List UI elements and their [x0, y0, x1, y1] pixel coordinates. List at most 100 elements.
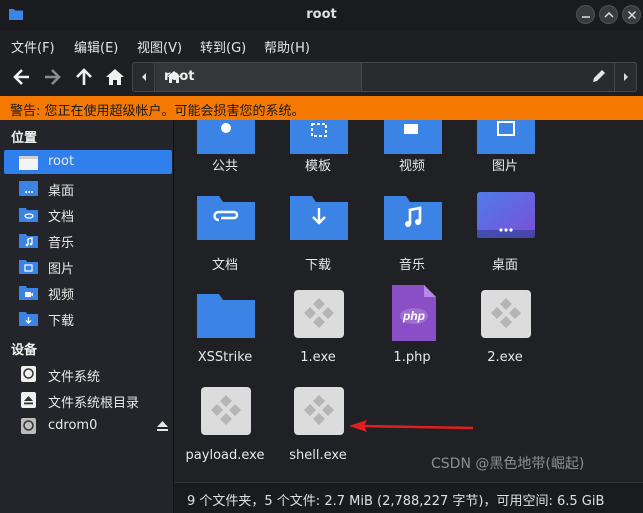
chevron-left-icon — [142, 73, 146, 81]
title-bar: root — [0, 0, 643, 30]
drive-icon — [21, 366, 36, 382]
sidebar-item-label: 桌面 — [48, 184, 75, 199]
file-item[interactable]: 文档 — [180, 192, 270, 282]
sidebar-item-cdrom[interactable]: cdrom0 — [4, 414, 172, 438]
sidebar-item-root[interactable]: root — [4, 150, 172, 174]
file-item[interactable]: php 1.php — [367, 285, 457, 375]
maximize-icon — [604, 11, 614, 18]
executable-icon — [481, 290, 531, 338]
sidebar-item-label: 文件系统 — [48, 370, 101, 385]
eject-icon[interactable] — [156, 420, 169, 432]
up-arrow-icon[interactable] — [73, 66, 95, 88]
sidebar-item-filesystem-root[interactable]: 文件系统根目录 — [4, 388, 172, 412]
sidebar-item-music[interactable]: 音乐 — [4, 228, 172, 252]
sidebar-item-label: 下载 — [48, 314, 75, 329]
sidebar-item-downloads[interactable]: 下载 — [4, 306, 172, 330]
desktop-folder-icon — [477, 192, 535, 238]
sidebar: 位置 root 桌面 文档 音乐 图片 视频 下载 设备 文件系统 文件系统根目… — [0, 120, 174, 513]
menu-edit[interactable]: 编辑(E) — [74, 37, 118, 56]
executable-icon — [294, 387, 344, 435]
menu-help[interactable]: 帮助(H) — [264, 37, 310, 56]
file-label: 桌面 — [491, 258, 518, 273]
edit-path-icon[interactable] — [591, 68, 607, 84]
maximize-button[interactable] — [599, 5, 618, 24]
file-item[interactable]: XSStrike — [180, 290, 270, 380]
sidebar-item-label: root — [48, 154, 75, 169]
pictures-folder-icon — [477, 120, 535, 154]
sidebar-item-label: 文件系统根目录 — [48, 396, 140, 411]
annotation-arrow — [349, 420, 474, 432]
desktop-folder-icon — [19, 181, 38, 196]
executable-icon — [201, 387, 251, 435]
window-title: root — [306, 7, 337, 22]
php-file-icon: php — [392, 285, 436, 341]
downloads-folder-icon — [290, 196, 348, 240]
file-item[interactable]: 桌面 — [460, 192, 550, 282]
file-item[interactable]: 视频 — [367, 120, 457, 196]
devices-header: 设备 — [11, 343, 38, 358]
sidebar-item-videos[interactable]: 视频 — [4, 280, 172, 304]
chevron-right-icon — [624, 73, 628, 81]
file-label: shell.exe — [289, 448, 347, 463]
videos-folder-icon — [19, 286, 38, 300]
music-folder-icon — [384, 196, 442, 240]
menu-file[interactable]: 文件(F) — [11, 37, 55, 56]
scrollbar[interactable] — [629, 124, 635, 478]
file-item[interactable]: 公共 — [180, 120, 270, 196]
file-view: 公共 模板 视频 图片 文档 下载 音乐 桌面 XSStrike 1.exe p… — [175, 120, 643, 482]
sidebar-item-filesystem[interactable]: 文件系统 — [4, 362, 172, 386]
file-label: 图片 — [491, 159, 518, 174]
svg-text:php: php — [402, 309, 425, 323]
folder-icon — [197, 294, 255, 338]
status-bar: 9 个文件夹，5 个文件: 2.7 MiB (2,788,227 字节)，可用空… — [175, 482, 643, 513]
places-header: 位置 — [11, 131, 38, 146]
minimize-button[interactable] — [576, 5, 595, 24]
file-label: 2.exe — [487, 350, 523, 365]
executable-icon — [294, 290, 344, 338]
documents-folder-icon — [19, 208, 38, 222]
sidebar-item-label: 图片 — [48, 262, 75, 277]
file-item[interactable]: 图片 — [460, 120, 550, 196]
menu-bar: 文件(F) 编辑(E) 视图(V) 转到(G) 帮助(H) — [0, 30, 643, 58]
file-item[interactable]: 1.exe — [273, 290, 363, 380]
downloads-folder-icon — [19, 312, 38, 326]
watermark: CSDN @黑色地带(崛起) — [431, 456, 585, 472]
public-folder-icon — [197, 120, 255, 154]
sidebar-item-desktop[interactable]: 桌面 — [4, 176, 172, 200]
documents-folder-icon — [197, 196, 255, 240]
file-item[interactable]: 模板 — [273, 120, 363, 196]
sidebar-item-label: 视频 — [48, 288, 75, 303]
file-item[interactable]: 音乐 — [367, 192, 457, 282]
menu-go[interactable]: 转到(G) — [200, 37, 246, 56]
warning-text: 警告: 您正在使用超级帐户。可能会损害您的系统。 — [10, 104, 305, 119]
close-button[interactable] — [622, 5, 641, 24]
file-item[interactable]: payload.exe — [180, 387, 270, 477]
file-item[interactable]: 2.exe — [460, 290, 550, 380]
path-scroll-right-button[interactable] — [614, 63, 636, 91]
menu-view[interactable]: 视图(V) — [137, 37, 182, 56]
status-text: 9 个文件夹，5 个文件: 2.7 MiB (2,788,227 字节)，可用空… — [187, 494, 605, 509]
home-folder-icon — [19, 156, 38, 170]
optical-drive-icon — [21, 418, 36, 434]
videos-folder-icon — [384, 120, 442, 154]
forward-arrow-icon[interactable] — [41, 66, 63, 88]
minimize-icon — [582, 16, 590, 18]
file-item[interactable]: 下载 — [273, 192, 363, 282]
close-icon — [627, 10, 637, 20]
pictures-folder-icon — [19, 260, 38, 274]
sidebar-item-label: 文档 — [48, 210, 75, 225]
sidebar-item-documents[interactable]: 文档 — [4, 202, 172, 226]
eject-icon — [21, 392, 36, 408]
sidebar-item-label: cdrom0 — [48, 418, 98, 433]
location-bar: root — [132, 62, 637, 92]
sidebar-item-label: 音乐 — [48, 236, 75, 251]
root-warning-bar: 警告: 您正在使用超级帐户。可能会损害您的系统。 — [0, 96, 643, 120]
music-folder-icon — [19, 234, 38, 248]
home-icon[interactable] — [104, 66, 126, 88]
sidebar-item-pictures[interactable]: 图片 — [4, 254, 172, 278]
templates-folder-icon — [290, 120, 348, 154]
breadcrumb-label: root — [164, 69, 195, 84]
path-scroll-left-button[interactable] — [133, 63, 155, 91]
back-arrow-icon[interactable] — [11, 66, 33, 88]
file-manager-window: root 文件(F) 编辑(E) 视图(V) 转到(G) 帮助(H) root … — [0, 0, 643, 513]
